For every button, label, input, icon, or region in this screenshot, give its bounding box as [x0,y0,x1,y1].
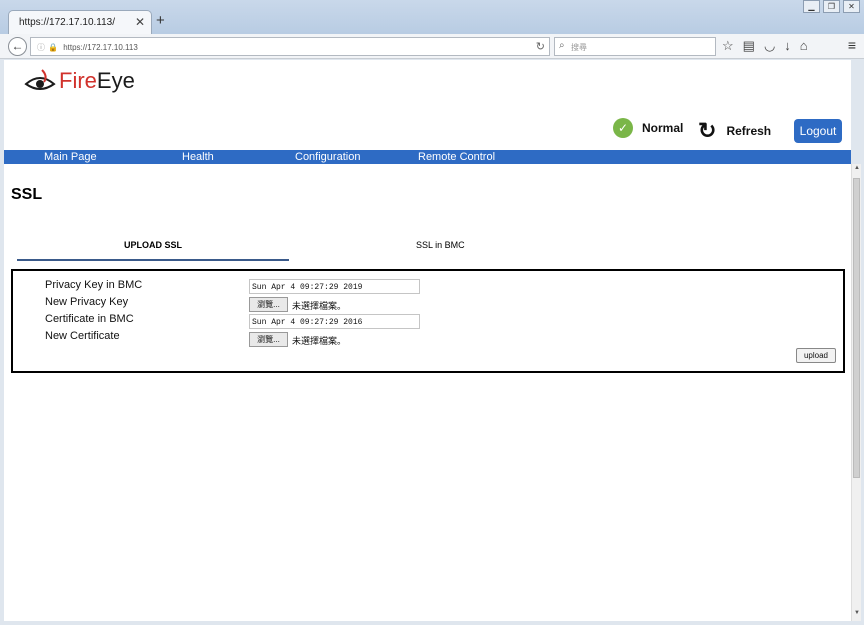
checkmark-icon: ✓ [613,118,633,138]
upload-ssl-panel: Privacy Key in BMC Sun Apr 4 09:27:29 20… [11,269,845,373]
bookmark-star-icon[interactable]: ☆ [722,38,734,54]
nav-configuration[interactable]: Configuration [295,150,360,164]
maximize-icon[interactable]: ❐ [823,0,840,13]
logout-button[interactable]: Logout [794,119,842,143]
fireeye-logo: FireEye [24,68,135,94]
scroll-thumb[interactable] [853,178,860,478]
certificate-field: Sun Apr 4 09:27:29 2016 [249,314,420,329]
certificate-label: Certificate in BMC [45,313,134,325]
reading-list-icon[interactable]: ▤ [743,38,755,54]
close-window-icon[interactable]: ✕ [843,0,860,13]
window-controls: ▁ ❐ ✕ [803,0,860,13]
system-status: ✓ Normal [613,118,683,138]
lock-warning-icon[interactable]: 🔒 [48,43,58,52]
nav-remote-control[interactable]: Remote Control [418,150,495,164]
refresh-icon[interactable]: ↻ [698,118,716,144]
logo-text: FireEye [59,68,135,93]
active-tab-underline [17,259,289,261]
eye-logo-icon [24,69,56,90]
back-arrow-icon[interactable]: ← [8,37,27,56]
privacy-key-label: Privacy Key in BMC [45,279,143,291]
tab-upload-ssl[interactable]: UPLOAD SSL [17,240,289,250]
home-icon[interactable]: ⌂ [800,38,808,54]
tab-title: https://172.17.10.113/ [19,17,116,28]
new-privacy-key-label: New Privacy Key [45,296,129,308]
info-icon[interactable]: ⓘ [37,43,45,52]
scroll-down-icon[interactable]: ▼ [852,610,862,620]
scroll-up-icon[interactable]: ▲ [852,165,862,175]
page-title: SSL [11,186,43,203]
search-input[interactable]: ⌕ 搜尋 [554,37,716,56]
url-text: https://172.17.10.113 [63,43,138,52]
close-tab-icon[interactable]: ✕ [135,15,145,29]
hamburger-menu-icon[interactable]: ≡ [848,37,856,53]
refresh-button[interactable]: ↻ Refresh [698,118,771,144]
privacy-key-no-file: 未選擇檔案。 [292,301,347,311]
title-bar: https://172.17.10.113/ ✕ + ▁ ❐ ✕ [0,0,864,34]
minimize-icon[interactable]: ▁ [803,0,820,13]
page-scrollbar[interactable]: ▲ ▼ [851,164,861,621]
browse-privacy-key-button[interactable]: 瀏覽... [249,297,288,312]
search-icon: ⌕ [559,40,565,51]
new-certificate-label: New Certificate [45,330,120,342]
nav-main-page[interactable]: Main Page [44,150,97,164]
privacy-key-field: Sun Apr 4 09:27:29 2019 [249,279,420,294]
new-tab-icon[interactable]: + [156,12,165,29]
browser-tools: ☆ ▤ ◡ ↓ ⌂ [722,38,808,54]
nav-health[interactable]: Health [182,150,214,164]
upload-button[interactable]: upload [796,348,836,363]
browser-tab[interactable]: https://172.17.10.113/ ✕ [8,10,152,34]
pocket-icon[interactable]: ◡ [764,38,775,54]
status-label: Normal [642,121,684,135]
certificate-no-file: 未選擇檔案。 [292,336,347,346]
address-bar[interactable]: ⓘ 🔒 https://172.17.10.113 ↻ [30,37,550,56]
page-viewport: FireEye ✓ Normal ↻ Refresh Logout Main P… [4,60,851,621]
browse-certificate-button[interactable]: 瀏覽... [249,332,288,347]
search-placeholder: 搜尋 [571,43,587,52]
main-nav: Main Page Health Configuration Remote Co… [4,150,851,164]
tab-ssl-in-bmc[interactable]: SSL in BMC [416,240,465,250]
browser-toolbar: ← ⓘ 🔒 https://172.17.10.113 ↻ ⌕ 搜尋 ☆ ▤ ◡ … [0,34,864,59]
download-icon[interactable]: ↓ [784,38,791,54]
refresh-label[interactable]: Refresh [726,124,771,138]
reload-icon[interactable]: ↻ [536,40,545,53]
